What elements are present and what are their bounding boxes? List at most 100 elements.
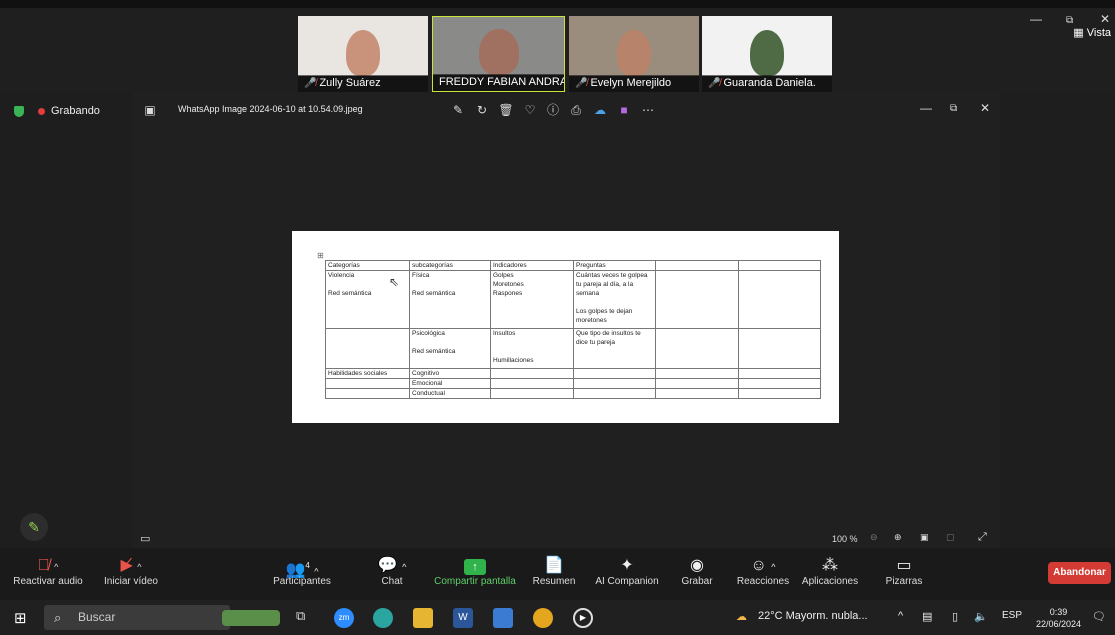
table-header-row: Categorías subcategorías Indicadores Pre… — [325, 260, 821, 271]
participant-video — [298, 16, 428, 76]
more-icon[interactable]: ⋯ — [640, 102, 656, 118]
clipchamp-icon[interactable]: ■ — [616, 102, 632, 118]
photo-viewer-header: ▣ WhatsApp Image 2024-06-10 at 10.54.09.… — [132, 93, 1000, 127]
chevron-up-icon[interactable]: ^ — [898, 610, 903, 622]
start-video-button[interactable]: ▶̸ ^ Iniciar vídeo — [98, 556, 164, 587]
chrome-icon[interactable] — [533, 608, 553, 628]
table-cell — [573, 368, 656, 379]
table-cell: Cuántas veces te golpea tu pareja al día… — [573, 270, 656, 329]
right-rail — [1000, 93, 1115, 548]
search-icon: ⌕ — [54, 610, 62, 625]
apps-button[interactable]: ⁂ Aplicaciones — [800, 556, 860, 587]
info-icon[interactable]: ⓘ — [545, 102, 561, 118]
participant-face — [750, 30, 784, 76]
file-explorer-icon[interactable] — [413, 608, 433, 628]
restore-icon[interactable]: ⧉ — [1066, 15, 1073, 26]
table-cell: Cognitivo — [409, 368, 491, 379]
recording-indicator[interactable]: Grabando — [14, 105, 100, 117]
ai-companion-button[interactable]: ✦ AI Companion — [592, 556, 662, 587]
battery-icon[interactable]: ▯ — [952, 610, 958, 623]
weather-text[interactable]: 22°C Mayorm. nubla... — [758, 610, 868, 622]
volume-icon[interactable]: 🔈 — [974, 610, 988, 623]
participant-tile-active-speaker[interactable]: FREDDY FABIAN ANDRA... — [432, 16, 565, 92]
table-cell — [325, 328, 410, 369]
notifications-icon[interactable]: 🗨 — [1092, 610, 1106, 623]
participant-tile[interactable]: 🎤̸ Evelyn Merejildo — [569, 16, 699, 92]
print-icon[interactable]: ⎙ — [568, 102, 584, 118]
table-row: Emocional — [325, 378, 821, 389]
delete-icon[interactable]: 🗑 — [498, 102, 514, 118]
rotate-icon[interactable]: ↻ — [474, 102, 490, 118]
viewer-minimize-icon[interactable]: — — [920, 101, 932, 115]
table-row: Conductual — [325, 388, 821, 399]
minimize-icon[interactable]: — — [1030, 12, 1042, 26]
table-cell: Golpes Moretones Raspones — [490, 270, 574, 329]
summary-label: Resumen — [532, 576, 576, 587]
network-icon[interactable]: ▤ — [922, 610, 932, 623]
taskbar-search[interactable]: ⌕ Buscar — [44, 605, 230, 630]
participant-tile[interactable]: 🎤̸ Guaranda Daniela. — [702, 16, 832, 92]
whiteboards-button[interactable]: ▭ Pizarras — [884, 556, 924, 587]
heart-icon[interactable]: ♡ — [522, 102, 538, 118]
photos-icon[interactable] — [493, 608, 513, 628]
mic-off-icon: 🎤̸ — [708, 78, 721, 89]
table-cell — [655, 270, 739, 329]
viewer-status-bar: ▭ 100 % ⊖ ⊕ ▣ ▢ ⤢ — [132, 530, 1000, 548]
media-player-icon[interactable]: ▶ — [573, 608, 593, 628]
pencil-icon[interactable]: ✎ — [20, 513, 48, 541]
word-icon[interactable]: W — [453, 608, 473, 628]
table-cell — [655, 328, 739, 369]
cloud-icon[interactable]: ☁ — [592, 102, 608, 118]
participant-name-bar: 🎤̸ Zully Suárez — [298, 75, 428, 92]
table-cell — [738, 328, 821, 369]
record-icon: ◉ — [690, 557, 704, 574]
summary-button[interactable]: 📄 Resumen — [532, 556, 576, 587]
participant-tile[interactable]: 🎤̸ Zully Suárez — [298, 16, 428, 92]
participant-face — [346, 30, 380, 76]
table-row: Violencia Red semántica Física Red semán… — [325, 270, 821, 329]
clock[interactable]: 0:39 22/06/2024 — [1036, 606, 1081, 630]
grid-icon: ▦ — [1073, 27, 1084, 39]
record-button[interactable]: ◉ Grabar — [680, 556, 714, 587]
table-cell — [655, 388, 739, 399]
edge-icon[interactable] — [373, 608, 393, 628]
participants-button[interactable]: 👥4 ^ Participantes — [272, 556, 332, 587]
filmstrip-icon[interactable]: ▭ — [140, 532, 150, 545]
document-image: ⊞ Categorías subcategorías Indicadores P… — [292, 231, 839, 423]
zoom-app-icon[interactable]: zm — [334, 608, 354, 628]
viewer-restore-icon[interactable]: ⧉ — [950, 103, 957, 114]
recording-dot-icon — [38, 107, 45, 115]
participant-name-bar: 🎤̸ Evelyn Merejildo — [569, 75, 699, 92]
zoom-in-icon[interactable]: ⊕ — [894, 532, 902, 543]
participant-name-bar: FREDDY FABIAN ANDRA... — [433, 74, 564, 91]
participant-video — [702, 16, 832, 76]
zoom-out-icon[interactable]: ⊖ — [870, 532, 878, 543]
clock-date: 22/06/2024 — [1035, 619, 1081, 629]
chat-button[interactable]: 💬 ^ Chat — [375, 556, 409, 587]
shield-icon — [14, 105, 24, 117]
participant-name: FREDDY FABIAN ANDRA... — [439, 76, 564, 88]
table-header-cell — [655, 260, 739, 271]
leave-button[interactable]: Abandonar — [1048, 562, 1111, 584]
close-icon[interactable]: ✕ — [1100, 12, 1110, 26]
actual-size-icon[interactable]: ▢ — [946, 532, 955, 543]
table-cell — [655, 378, 739, 389]
fit-icon[interactable]: ▣ — [920, 532, 929, 543]
language-indicator[interactable]: ESP — [1002, 610, 1022, 621]
reactions-button[interactable]: ☺ ^ Reacciones — [736, 556, 790, 587]
task-view-icon[interactable]: ⧉ — [296, 608, 316, 628]
view-button[interactable]: ▦ Vista — [1073, 26, 1111, 39]
mouse-cursor-icon: ⇖ — [389, 275, 400, 289]
table-cell: Física Red semántica — [409, 270, 491, 329]
share-screen-button[interactable]: ↑ Compartir pantalla — [432, 556, 518, 587]
participant-name: Guaranda Daniela. — [723, 77, 816, 89]
table-cell — [573, 378, 656, 389]
table-cell: Psicológica Red semántica — [409, 328, 491, 369]
unmute-button[interactable]: 🎙̸ ^ Reactivar audio — [12, 556, 84, 587]
windows-start-icon[interactable]: ⊞ — [14, 609, 27, 627]
table-header-cell — [738, 260, 821, 271]
edit-icon[interactable]: ✎ — [450, 102, 466, 118]
move-handle-icon: ⊞ — [317, 251, 324, 260]
fullscreen-icon[interactable]: ⤢ — [978, 531, 987, 544]
viewer-close-icon[interactable]: ✕ — [980, 101, 990, 115]
